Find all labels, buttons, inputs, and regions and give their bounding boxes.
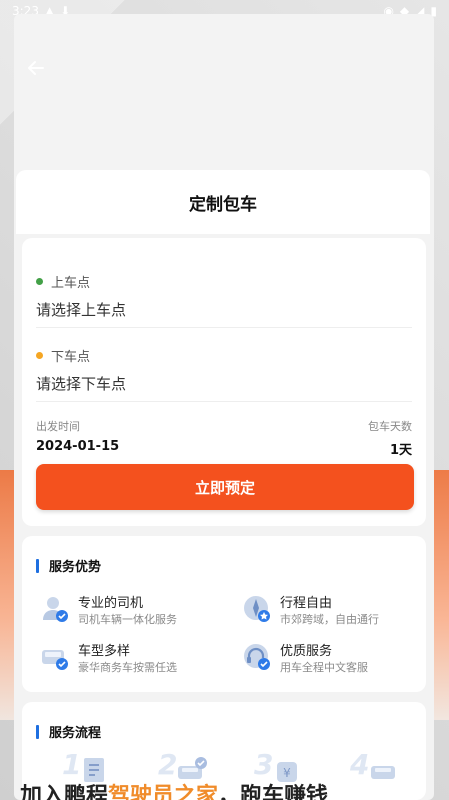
pickup-label-row: 上车点 bbox=[36, 272, 412, 291]
step-number: 2 bbox=[158, 748, 178, 781]
step-number: 1 bbox=[62, 748, 82, 781]
dropoff-value: 请选择下车点 bbox=[36, 375, 127, 393]
advantage-subtitle: 用车全程中文客服 bbox=[280, 661, 368, 674]
banner-text: ，跑车赚钱 bbox=[218, 784, 329, 800]
pickup-dot-icon bbox=[36, 278, 43, 285]
advantage-title: 专业的司机 bbox=[78, 596, 144, 611]
dropoff-label-row: 下车点 bbox=[36, 346, 412, 365]
departure-label: 出发时间 bbox=[36, 420, 80, 433]
process-title: 服务流程 bbox=[49, 726, 102, 741]
page-title: 定制包车 bbox=[189, 194, 257, 215]
departure-time-field[interactable]: 出发时间 2024-01-15 bbox=[36, 418, 119, 454]
promo-banner[interactable]: 加入鹏程驾驶员之家，跑车赚钱 bbox=[20, 778, 440, 800]
step-number: 3 bbox=[254, 748, 274, 781]
dropoff-dot-icon bbox=[36, 352, 43, 359]
advantage-item: 行程自由 市郊跨域，自由通行 bbox=[242, 592, 432, 632]
main-sheet: 定制包车 上车点 请选择上车点 下车点 请选择下车点 出发时间 2024-01-… bbox=[14, 14, 434, 800]
advantage-title: 行程自由 bbox=[280, 596, 333, 611]
section-bar bbox=[36, 724, 39, 739]
advantage-item: 优质服务 用车全程中文客服 bbox=[242, 640, 432, 680]
advantage-item: 车型多样 豪华商务车按需任选 bbox=[40, 640, 230, 680]
dropoff-field[interactable]: 下车点 请选择下车点 bbox=[36, 346, 412, 402]
banner-text: 加入鹏程 bbox=[20, 784, 109, 800]
back-button[interactable] bbox=[22, 54, 50, 82]
advantages-title: 服务优势 bbox=[49, 560, 102, 575]
rental-days-value: 1天 bbox=[389, 443, 412, 458]
book-now-button[interactable]: 立即预定 bbox=[36, 464, 414, 510]
advantage-title: 车型多样 bbox=[78, 644, 131, 659]
advantage-subtitle: 豪华商务车按需任选 bbox=[78, 661, 177, 674]
compass-icon bbox=[244, 596, 270, 622]
advantage-item: 专业的司机 司机车辆一体化服务 bbox=[40, 592, 230, 632]
process-header: 服务流程 bbox=[36, 722, 101, 741]
page-header: 定制包车 bbox=[16, 170, 430, 234]
advantage-title: 优质服务 bbox=[280, 644, 333, 659]
departure-value: 2024-01-15 bbox=[36, 439, 120, 454]
booking-card: 上车点 请选择上车点 下车点 请选择下车点 出发时间 2024-01-15 包车… bbox=[22, 238, 426, 526]
pickup-value: 请选择上车点 bbox=[36, 301, 127, 319]
dropoff-label: 下车点 bbox=[51, 350, 91, 365]
headset-icon bbox=[244, 644, 270, 670]
pickup-label: 上车点 bbox=[51, 276, 91, 291]
step-number: 4 bbox=[350, 748, 370, 781]
departure-row: 出发时间 2024-01-15 包车天数 1天 bbox=[36, 418, 412, 458]
pickup-field[interactable]: 上车点 请选择上车点 bbox=[36, 272, 412, 328]
section-bar bbox=[36, 558, 39, 573]
advantage-subtitle: 市郊跨域，自由通行 bbox=[280, 613, 379, 626]
advantages-header: 服务优势 bbox=[36, 556, 101, 575]
advantages-card: 服务优势 专业的司机 司机车辆一体化服务 行程自由 市郊跨域，自由通行 车型多样… bbox=[22, 536, 426, 692]
advantage-subtitle: 司机车辆一体化服务 bbox=[78, 613, 177, 626]
rental-days-label: 包车天数 bbox=[368, 420, 412, 433]
rental-days-field[interactable]: 包车天数 1天 bbox=[368, 418, 412, 458]
banner-highlight: 驾驶员之家 bbox=[108, 784, 219, 800]
arrow-left-icon bbox=[28, 61, 44, 75]
car-models-icon bbox=[42, 650, 68, 670]
driver-icon bbox=[43, 597, 68, 622]
